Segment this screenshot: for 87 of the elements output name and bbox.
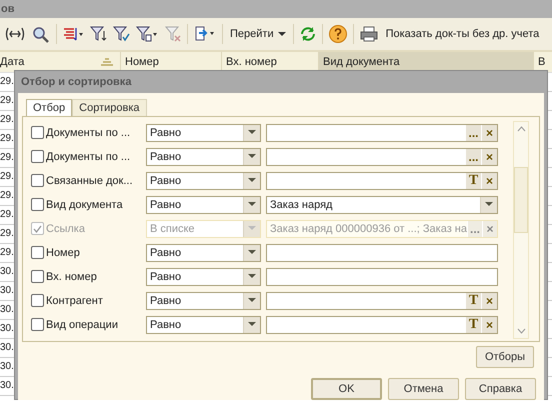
caret-icon	[248, 322, 256, 327]
caret-icon	[248, 202, 256, 207]
list-icon[interactable]	[62, 26, 84, 42]
table-cell-text: 30.	[0, 379, 14, 393]
caret-icon	[248, 130, 256, 135]
table-cell-text: 29.	[0, 151, 14, 165]
comparison-dropdown[interactable]: Равно	[146, 148, 261, 166]
scroll-up-icon	[516, 126, 526, 132]
search-icon[interactable]	[31, 25, 51, 43]
fit-width-icon[interactable]	[4, 26, 26, 42]
checkbox[interactable]	[31, 294, 44, 307]
checkbox[interactable]	[31, 150, 44, 163]
table-cell-text: 29.	[0, 227, 14, 241]
checkbox[interactable]	[31, 198, 44, 211]
caret-icon	[248, 298, 256, 303]
filter-label: Ссылка	[46, 222, 86, 234]
checkbox[interactable]	[31, 270, 44, 283]
printer-icon[interactable]	[358, 25, 379, 43]
filters-button[interactable]: Отборы	[476, 346, 534, 368]
refresh-icon[interactable]	[298, 25, 317, 43]
value-field[interactable]	[266, 244, 498, 262]
value-field[interactable]: T ×	[266, 316, 498, 334]
comparison-dropdown[interactable]: Равно	[146, 124, 261, 142]
window-title: ов	[0, 0, 552, 18]
comparison-dropdown[interactable]: Равно	[146, 172, 261, 190]
filter-icon[interactable]	[112, 25, 130, 43]
tab[interactable]: Сортировка	[72, 99, 147, 116]
checkbox[interactable]	[31, 126, 44, 139]
value-field[interactable]: ... ×	[266, 124, 498, 142]
arrow-document-icon[interactable]	[193, 25, 217, 43]
table-cell-text: 30.	[0, 322, 14, 336]
comparison-dropdown[interactable]: Равно	[146, 292, 261, 310]
help-icon[interactable]	[328, 24, 348, 44]
table-cell-text: 29.	[0, 170, 14, 184]
table-cell-text: 29.	[0, 246, 14, 260]
table-cell-text: 29.	[0, 75, 14, 89]
dialog-button[interactable]: OK	[311, 378, 382, 400]
filter-label: Вид операции	[46, 318, 119, 330]
value-field[interactable]: Заказ наряд	[266, 196, 498, 214]
scroll-down-icon	[516, 328, 526, 334]
table-cell-text: 29.	[0, 208, 14, 222]
caret-icon	[278, 32, 286, 36]
value-field[interactable]	[266, 268, 498, 286]
checkbox[interactable]	[31, 246, 44, 259]
checkbox[interactable]	[31, 318, 44, 331]
caret-icon	[248, 250, 256, 255]
table-cell-text: 30.	[0, 303, 14, 317]
filter-icon[interactable]	[135, 25, 159, 43]
comparison-dropdown[interactable]: Равно	[146, 268, 261, 286]
caret-icon	[248, 154, 256, 159]
show-documents-button[interactable]: Показать док-ты без др. учета	[384, 28, 542, 40]
comparison-dropdown[interactable]: Равно	[146, 196, 261, 214]
filter-label: Связанные док...	[46, 174, 134, 186]
caret-icon	[248, 226, 256, 231]
filter-label: Вид документа	[46, 198, 124, 210]
table-cell-text: 30.	[0, 360, 14, 374]
scrollbar[interactable]	[513, 121, 529, 339]
caret-icon	[248, 274, 256, 279]
value-field[interactable]: T ×	[266, 172, 498, 190]
dialog-title: Отбор и сортировка	[20, 75, 132, 90]
dialog-button[interactable]: Справка	[465, 378, 536, 400]
value-field[interactable]: ... ×	[266, 148, 498, 166]
sort-icon	[100, 58, 114, 66]
goto-button[interactable]: Перейти	[228, 28, 288, 40]
table-cell-text: 30.	[0, 284, 14, 298]
comparison-dropdown[interactable]: Равно	[146, 244, 261, 262]
table-cell-text: 30.	[0, 341, 14, 355]
table-cell-text: 30.	[0, 265, 14, 279]
filter-icon[interactable]	[89, 25, 107, 43]
table-cell-text: 29.	[0, 113, 14, 127]
caret-icon	[248, 178, 256, 183]
checkmark-icon	[33, 224, 42, 232]
checkbox[interactable]	[31, 174, 44, 187]
table-cell-text: 29.	[0, 189, 14, 203]
table-cell-text: 29.	[0, 132, 14, 146]
dialog-button[interactable]: Отмена	[388, 378, 459, 400]
filter-label: Контрагент	[46, 294, 104, 306]
filter-label: Документы по ...	[46, 150, 132, 162]
table-cell-text: 29.	[0, 94, 14, 108]
filter-label: Вх. номер	[46, 270, 98, 282]
value-field[interactable]: T ×	[266, 292, 498, 310]
column-header[interactable]: Вид документа	[319, 52, 534, 72]
comparison-dropdown[interactable]: Равно	[146, 316, 261, 334]
tab[interactable]: Отбор	[26, 99, 72, 116]
caret-icon	[485, 202, 493, 207]
filter-label: Документы по ...	[46, 126, 132, 138]
filter-label: Номер	[46, 246, 81, 258]
